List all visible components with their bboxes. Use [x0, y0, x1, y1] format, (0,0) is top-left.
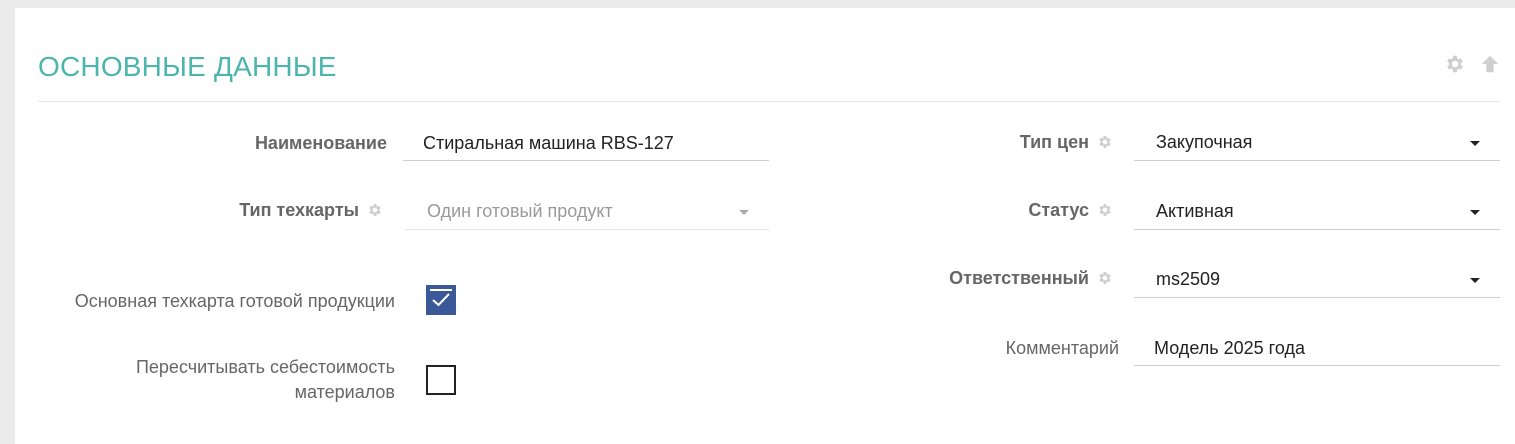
- recalc-cost-label: Пересчитывать себестоимость материалов: [135, 357, 395, 402]
- panel-title: ОСНОВНЫЕ ДАННЫЕ: [38, 51, 337, 82]
- status-select[interactable]: Активная: [1134, 194, 1500, 230]
- responsible-value: ms2509: [1156, 269, 1221, 289]
- techcard-type-label: Тип техкарты: [165, 199, 383, 221]
- chevron-down-icon: [1470, 209, 1480, 215]
- chevron-down-icon: [1470, 277, 1480, 283]
- checkmark-icon: [432, 293, 450, 307]
- main-techcard-label-text: Основная техкарта готовой продукции: [74, 291, 395, 311]
- name-label: Наименование: [165, 132, 387, 154]
- status-settings-icon[interactable]: [1097, 202, 1113, 218]
- name-input[interactable]: [403, 125, 769, 161]
- price-type-label-text: Тип цен: [1019, 132, 1089, 152]
- price-type-label: Тип цен: [915, 131, 1113, 153]
- comment-label-text: Комментарий: [1005, 338, 1119, 358]
- status-label: Статус: [915, 199, 1113, 221]
- price-type-value: Закупочная: [1156, 132, 1253, 152]
- responsible-label: Ответственный: [865, 267, 1113, 289]
- status-value: Активная: [1156, 201, 1234, 221]
- panel-divider: [38, 101, 1500, 102]
- comment-input[interactable]: [1134, 330, 1500, 366]
- comment-label: Комментарий: [895, 337, 1119, 359]
- status-label-text: Статус: [1028, 200, 1089, 220]
- main-techcard-checkbox[interactable]: [426, 285, 456, 315]
- arrow-up-icon[interactable]: [1479, 53, 1501, 75]
- recalc-cost-checkbox[interactable]: [426, 365, 456, 395]
- chevron-down-icon: [1470, 140, 1480, 146]
- techcard-type-label-text: Тип техкарты: [239, 200, 359, 220]
- gear-icon[interactable]: [1444, 53, 1466, 75]
- chevron-down-icon: [739, 209, 749, 215]
- name-label-text: Наименование: [254, 133, 387, 153]
- panel-header-tools: [1444, 53, 1501, 75]
- price-type-settings-icon[interactable]: [1097, 134, 1113, 150]
- main-data-panel: ОСНОВНЫЕ ДАННЫЕ Наименование Тип техкарт…: [15, 8, 1515, 444]
- techcard-type-settings-icon[interactable]: [367, 202, 383, 218]
- techcard-type-value: Один готовый продукт: [427, 201, 613, 221]
- responsible-select[interactable]: ms2509: [1134, 262, 1500, 298]
- responsible-label-text: Ответственный: [949, 268, 1089, 288]
- main-techcard-label: Основная техкарта готовой продукции: [35, 290, 395, 312]
- price-type-select[interactable]: Закупочная: [1134, 125, 1500, 161]
- techcard-type-select: Один готовый продукт: [405, 194, 769, 230]
- responsible-settings-icon[interactable]: [1097, 270, 1113, 286]
